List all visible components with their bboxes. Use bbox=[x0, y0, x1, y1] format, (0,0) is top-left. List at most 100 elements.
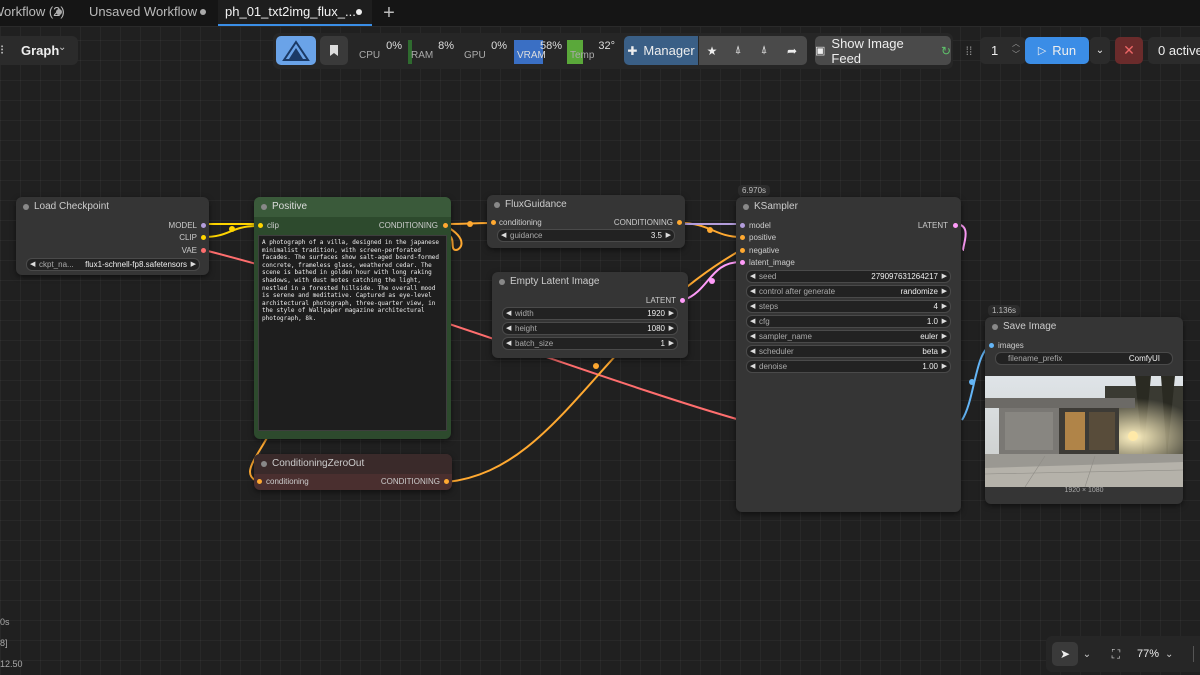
chevron-down-icon: ⌄ bbox=[1165, 648, 1174, 660]
conditioning-input-label: conditioning bbox=[499, 218, 542, 227]
arrow-left-icon[interactable]: ◀ bbox=[750, 286, 755, 297]
arrow-left-icon[interactable]: ◀ bbox=[750, 346, 755, 357]
arrow-left-icon[interactable]: ◀ bbox=[750, 301, 755, 312]
filename-prefix-widget[interactable]: filename_prefix ComfyUI bbox=[995, 352, 1173, 365]
arrow-left-icon[interactable]: ◀ bbox=[750, 316, 755, 327]
batch-size-widget[interactable]: ◀ batch_size 1 ▶ bbox=[502, 337, 678, 350]
positive-input-socket[interactable] bbox=[740, 235, 745, 240]
conditioning-zero-out-node[interactable]: ConditioningZeroOut conditioning CONDITI… bbox=[254, 454, 452, 490]
arrow-left-icon[interactable]: ◀ bbox=[501, 230, 506, 241]
zoom-level-control[interactable]: 77% ⌄ bbox=[1133, 642, 1185, 666]
empty-latent-image-node[interactable]: Empty Latent Image LATENT ◀ width 1920 ▶… bbox=[492, 272, 688, 358]
widget-name: width bbox=[515, 309, 534, 318]
arrow-left-icon[interactable]: ◀ bbox=[750, 271, 755, 282]
height-widget[interactable]: ◀ height 1080 ▶ bbox=[502, 322, 678, 335]
save-image-time-badge: 1.136s bbox=[988, 305, 1021, 316]
flux-guidance-node[interactable]: FluxGuidance conditioning CONDITIONING ◀… bbox=[487, 195, 685, 248]
widget-value: flux1-schnell-fp8.safetensors bbox=[85, 260, 187, 269]
control-after-generate-widget[interactable]: ◀ control after generate randomize ▶ bbox=[746, 285, 951, 298]
prompt-textarea[interactable]: A photograph of a villa, designed in the… bbox=[258, 235, 447, 431]
arrow-right-icon[interactable]: ▶ bbox=[942, 286, 947, 297]
stat-line-3: 12.50 bbox=[0, 659, 23, 669]
arrow-right-icon[interactable]: ▶ bbox=[669, 338, 674, 349]
arrow-left-icon[interactable]: ◀ bbox=[506, 308, 511, 319]
widget-name: filename_prefix bbox=[1008, 354, 1063, 363]
latent-output-socket[interactable] bbox=[680, 298, 685, 303]
arrow-right-icon[interactable]: ▶ bbox=[191, 259, 196, 270]
save-image-node[interactable]: Save Image images filename_prefix ComfyU… bbox=[985, 317, 1183, 504]
steps-widget[interactable]: ◀ steps 4 ▶ bbox=[746, 300, 951, 313]
node-title: Empty Latent Image bbox=[492, 272, 688, 292]
image-dimensions-label: 1920 × 1080 bbox=[1064, 487, 1104, 494]
widget-value: 3.5 bbox=[650, 231, 662, 240]
conditioning-output-socket[interactable] bbox=[443, 223, 448, 228]
widget-name: ckpt_na... bbox=[39, 260, 74, 269]
load-checkpoint-node[interactable]: Load Checkpoint MODEL CLIP VAE ◀ ckpt_na… bbox=[16, 197, 209, 275]
clip-input-socket[interactable] bbox=[258, 223, 263, 228]
conditioning-input-socket[interactable] bbox=[257, 479, 262, 484]
arrow-right-icon[interactable]: ▶ bbox=[666, 230, 671, 241]
conditioning-output-label: CONDITIONING bbox=[613, 218, 673, 227]
chevron-down-icon[interactable]: ⌄ bbox=[1080, 642, 1094, 666]
clip-output-socket[interactable] bbox=[201, 235, 206, 240]
arrow-right-icon[interactable]: ▶ bbox=[942, 271, 947, 282]
fit-view-icon[interactable]: ⛶ bbox=[1105, 642, 1127, 666]
widget-name: guidance bbox=[510, 231, 543, 240]
scheduler-widget[interactable]: ◀ scheduler beta ▶ bbox=[746, 345, 951, 358]
arrow-right-icon[interactable]: ▶ bbox=[942, 361, 947, 372]
arrow-left-icon[interactable]: ◀ bbox=[750, 361, 755, 372]
divider bbox=[1193, 646, 1194, 662]
node-title: FluxGuidance bbox=[487, 195, 685, 215]
conditioning-output-label: CONDITIONING bbox=[380, 477, 440, 486]
select-cursor-icon[interactable]: ➤ bbox=[1052, 642, 1078, 666]
width-widget[interactable]: ◀ width 1920 ▶ bbox=[502, 307, 678, 320]
node-title: ConditioningZeroOut bbox=[254, 454, 452, 474]
arrow-right-icon[interactable]: ▶ bbox=[942, 301, 947, 312]
ksampler-node[interactable]: KSampler model positive negative latent_… bbox=[736, 197, 961, 512]
conditioning-output-socket[interactable] bbox=[677, 220, 682, 225]
arrow-left-icon[interactable]: ◀ bbox=[506, 338, 511, 349]
widget-value: 4 bbox=[933, 302, 938, 311]
node-title: Positive bbox=[254, 197, 451, 217]
latent-output-label: LATENT bbox=[917, 221, 948, 230]
positive-prompt-node[interactable]: Positive clip CONDITIONING A photograph … bbox=[254, 197, 451, 439]
arrow-right-icon[interactable]: ▶ bbox=[942, 346, 947, 357]
sampler-name-widget[interactable]: ◀ sampler_name euler ▶ bbox=[746, 330, 951, 343]
model-output-socket[interactable] bbox=[201, 223, 206, 228]
arrow-right-icon[interactable]: ▶ bbox=[669, 308, 674, 319]
seed-widget[interactable]: ◀ seed 279097631264217 ▶ bbox=[746, 270, 951, 283]
negative-input-socket[interactable] bbox=[740, 248, 745, 253]
widget-name: height bbox=[515, 324, 537, 333]
latent-output-socket[interactable] bbox=[953, 223, 958, 228]
ckpt-name-widget[interactable]: ◀ ckpt_na... flux1-schnell-fp8.safetenso… bbox=[26, 258, 200, 271]
arrow-right-icon[interactable]: ▶ bbox=[942, 316, 947, 327]
widget-name: sampler_name bbox=[759, 332, 812, 341]
zoom-value: 77% bbox=[1137, 648, 1160, 660]
arrow-left-icon[interactable]: ◀ bbox=[506, 323, 511, 334]
guidance-widget[interactable]: ◀ guidance 3.5 ▶ bbox=[497, 229, 675, 242]
conditioning-output-label: CONDITIONING bbox=[378, 221, 438, 230]
model-input-socket[interactable] bbox=[740, 223, 745, 228]
cfg-widget[interactable]: ◀ cfg 1.0 ▶ bbox=[746, 315, 951, 328]
widget-value: 1920 bbox=[647, 309, 665, 318]
node-title: KSampler bbox=[736, 197, 961, 217]
conditioning-output-socket[interactable] bbox=[444, 479, 449, 484]
stat-line-2: 8] bbox=[0, 638, 8, 648]
denoise-widget[interactable]: ◀ denoise 1.00 ▶ bbox=[746, 360, 951, 373]
arrow-right-icon[interactable]: ▶ bbox=[942, 331, 947, 342]
latent-output-label: LATENT bbox=[645, 296, 676, 305]
widget-name: steps bbox=[759, 302, 779, 311]
ksampler-time-badge: 6.970s bbox=[738, 185, 771, 196]
generated-image-preview[interactable] bbox=[985, 376, 1183, 487]
vae-output-socket[interactable] bbox=[201, 248, 206, 253]
images-input-label: images bbox=[998, 341, 1024, 350]
positive-input-label: positive bbox=[749, 233, 777, 242]
model-output-label: MODEL bbox=[168, 221, 197, 230]
latent-image-input-socket[interactable] bbox=[740, 260, 745, 265]
conditioning-input-socket[interactable] bbox=[491, 220, 496, 225]
arrow-left-icon[interactable]: ◀ bbox=[30, 259, 35, 270]
arrow-right-icon[interactable]: ▶ bbox=[669, 323, 674, 334]
images-input-socket[interactable] bbox=[989, 343, 994, 348]
arrow-left-icon[interactable]: ◀ bbox=[750, 331, 755, 342]
widget-value: ComfyUI bbox=[1128, 354, 1160, 363]
